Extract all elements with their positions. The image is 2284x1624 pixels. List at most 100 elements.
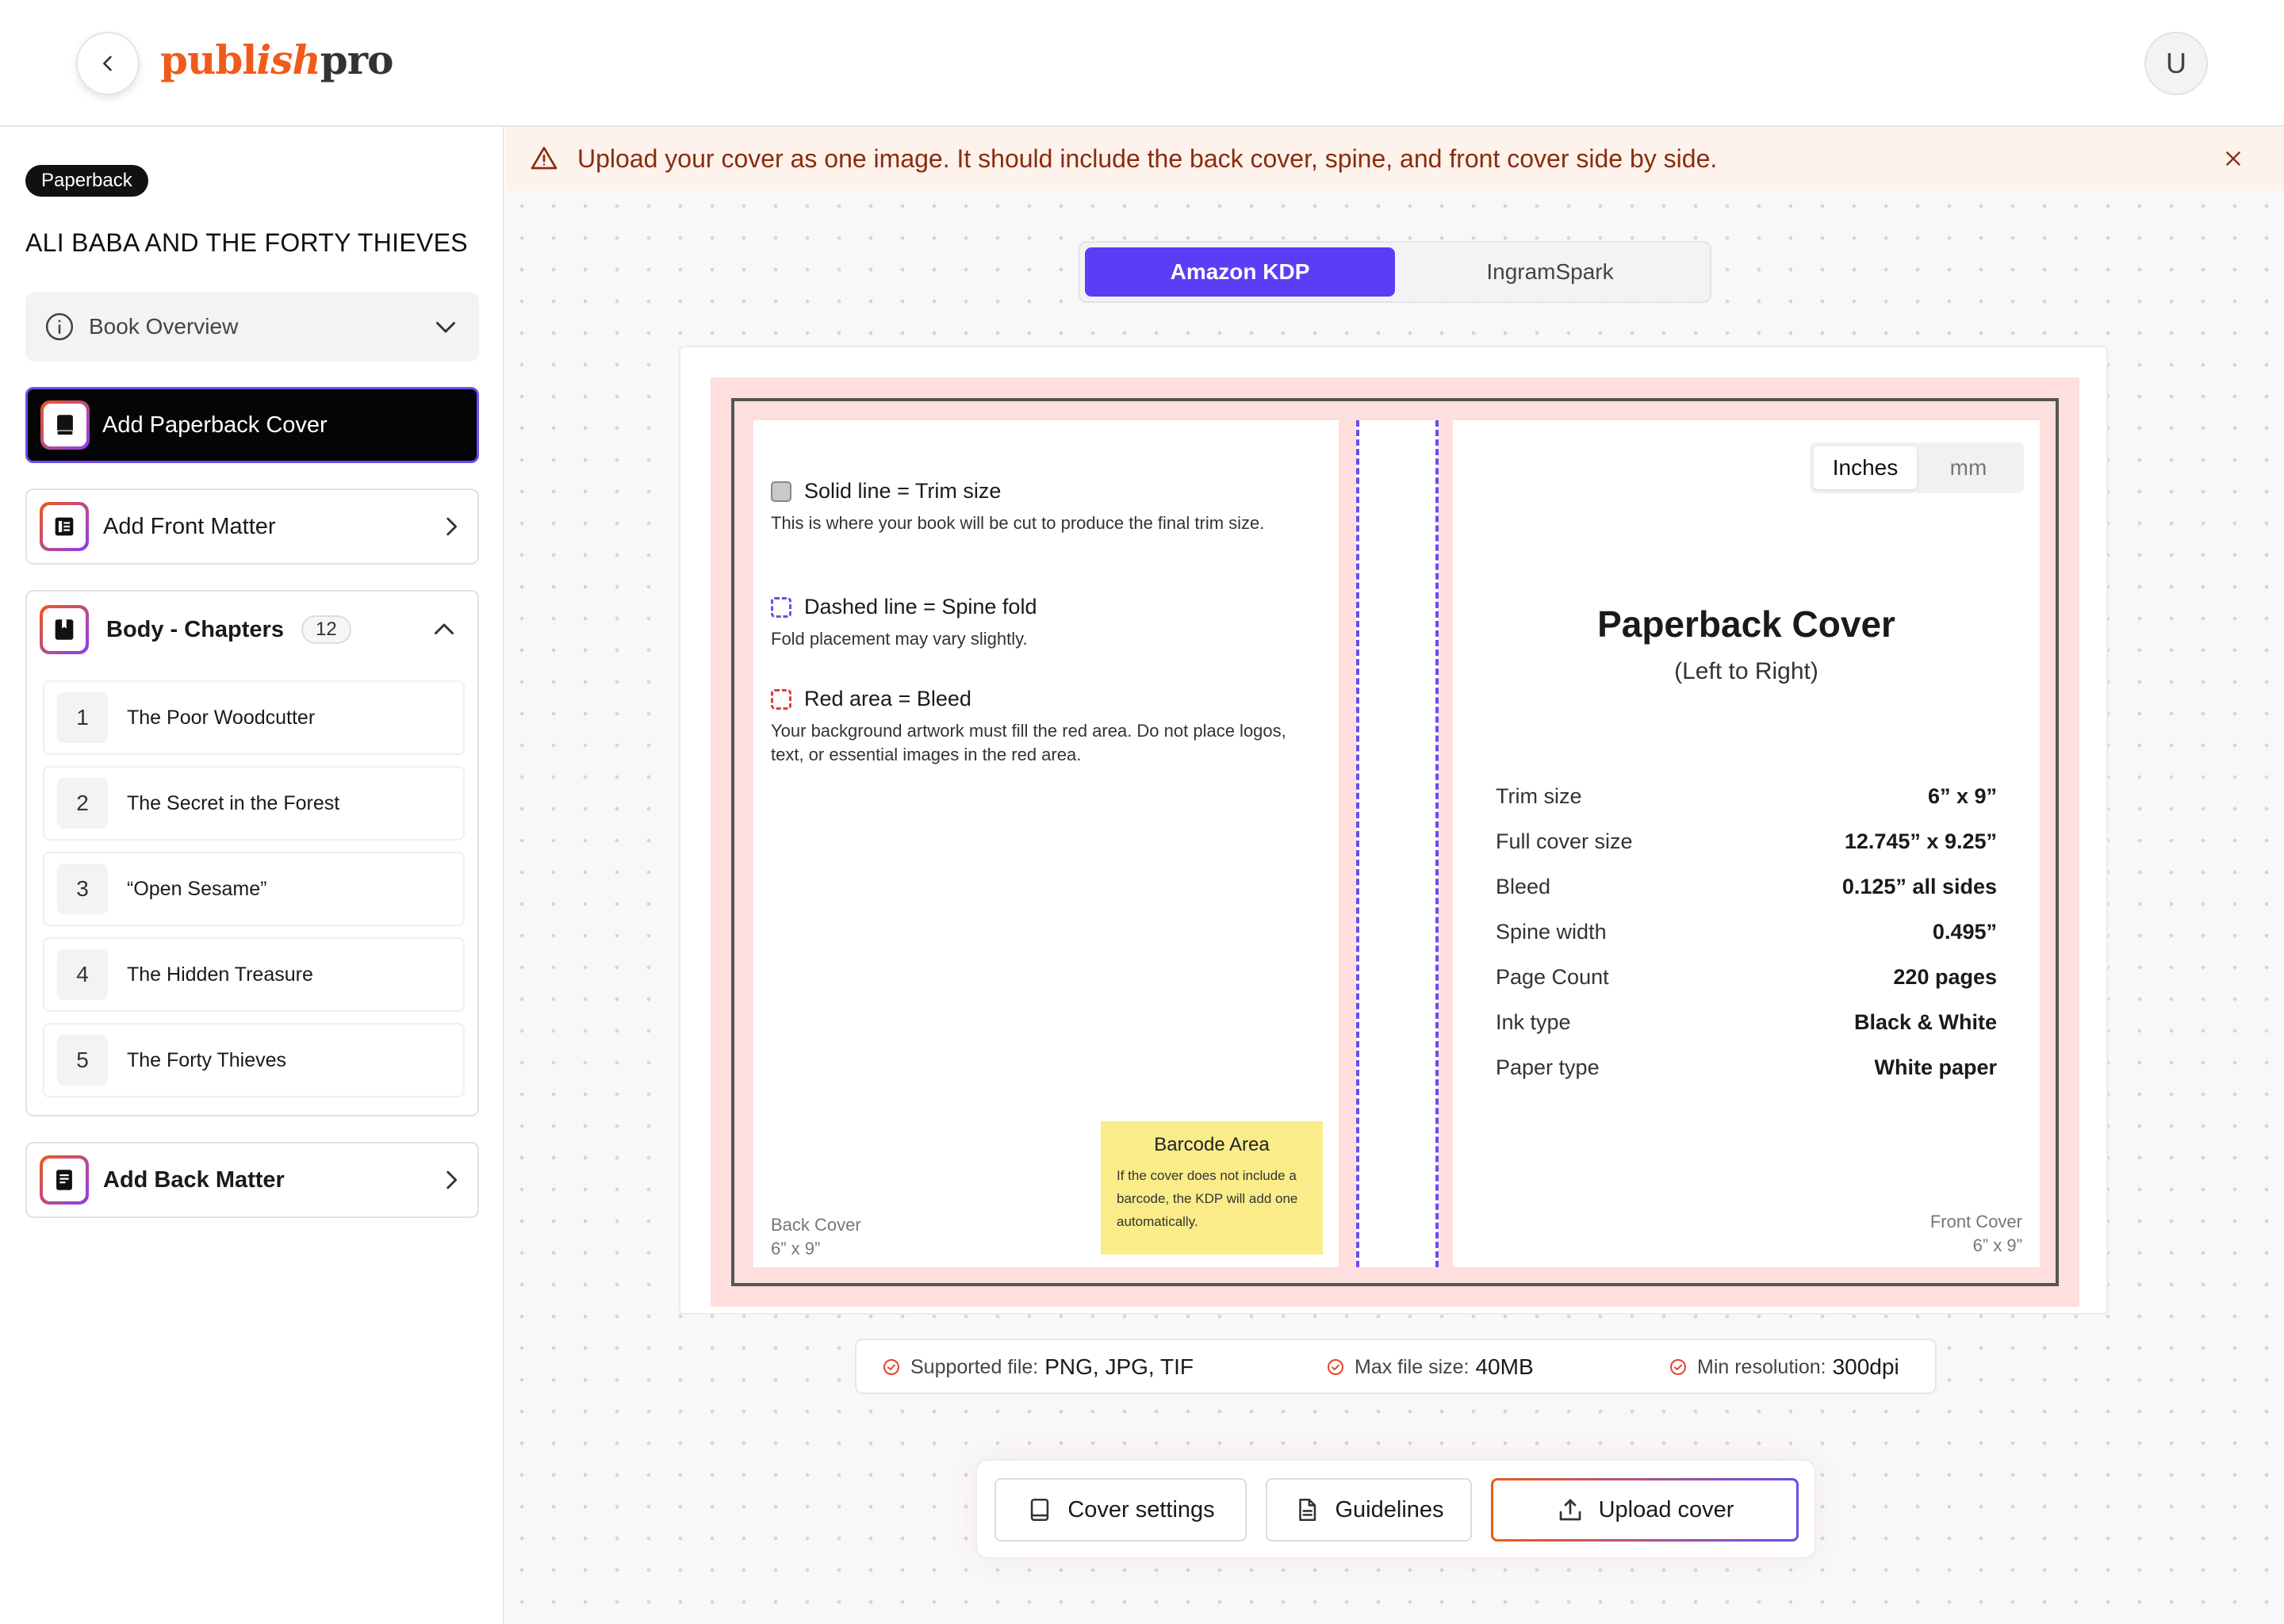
requirement-item: Min resolution: 300dpi [1669, 1354, 1899, 1380]
cover-subtitle: (Left to Right) [1674, 658, 1818, 684]
back-matter-icon [40, 1155, 89, 1205]
barcode-area: Barcode Area If the cover does not inclu… [1101, 1121, 1323, 1254]
chapter-number: 1 [57, 692, 108, 743]
chapter-count-badge: 12 [301, 615, 351, 644]
back-cover-size: 6” x 9” [771, 1239, 821, 1258]
spec-label: Full cover size [1496, 829, 1633, 853]
back-cover-label: Back Cover [771, 1215, 861, 1235]
chapter-title: The Secret in the Forest [127, 791, 340, 814]
banner-close-button[interactable] [2219, 144, 2248, 173]
body-chapters-section: Body - Chapters 12 1 The Poor Woodcutter… [25, 590, 479, 1116]
spec-label: Ink type [1496, 1010, 1571, 1034]
chapter-title: The Hidden Treasure [127, 963, 313, 986]
book-overview-dropdown[interactable]: Book Overview [25, 292, 479, 362]
legend-title: Solid line = Trim size [804, 479, 1002, 503]
chapter-title: The Poor Woodcutter [127, 706, 316, 729]
spec-row: Page Count 220 pages [1496, 955, 1997, 1000]
check-circle-icon [1670, 1359, 1686, 1375]
document-icon [1299, 1498, 1316, 1522]
unit-option-inches[interactable]: Inches [1814, 446, 1917, 489]
chapters-book-icon [40, 605, 89, 654]
banner-message: Upload your cover as one image. It shoul… [577, 144, 1718, 173]
requirement-label: Max file size: [1355, 1355, 1470, 1378]
platform-toggle: Amazon KDP IngramSpark [1079, 241, 1711, 303]
back-button[interactable] [76, 32, 140, 95]
main-workspace: Upload your cover as one image. It shoul… [506, 127, 2284, 1624]
format-badge: Paperback [25, 165, 148, 197]
front-cover-panel: Inches mm Paperback Cover (Left to Right… [1453, 420, 2040, 1267]
chapter-item[interactable]: 1 The Poor Woodcutter [43, 680, 465, 755]
file-requirements: Supported file: PNG, JPG, TIF Max file s… [855, 1339, 1937, 1394]
back-cover-panel: Solid line = Trim size This is where you… [753, 420, 1339, 1267]
spine-area [1356, 420, 1439, 1267]
requirement-item: Supported file: PNG, JPG, TIF [882, 1354, 1194, 1380]
chapter-number: 5 [57, 1035, 108, 1086]
check-circle-icon [1328, 1359, 1343, 1375]
barcode-title: Barcode Area [1154, 1134, 1270, 1155]
sidebar-item-add-front-matter[interactable]: Add Front Matter [25, 488, 479, 565]
legend-description: Your background artwork must fill the re… [771, 721, 1286, 764]
avatar-initial: U [2166, 47, 2186, 79]
upload-cover-button[interactable]: Upload cover [1491, 1478, 1799, 1542]
spec-value: 220 pages [1893, 965, 1997, 989]
cover-specs: Trim size 6” x 9” Full cover size 12.745” … [1496, 774, 1997, 1090]
platform-option-amazon-kdp[interactable]: Amazon KDP [1085, 247, 1395, 297]
legend-title: Red area = Bleed [804, 687, 971, 710]
chevron-up-icon[interactable] [430, 615, 458, 644]
chapter-number: 4 [57, 949, 108, 1000]
cover-settings-label: Cover settings [1067, 1496, 1215, 1522]
add-front-matter-label: Add Front Matter [103, 513, 276, 539]
chapter-item[interactable]: 3 “Open Sesame” [43, 852, 465, 926]
chevron-left-icon [103, 56, 112, 71]
guidelines-button[interactable]: Guidelines [1266, 1478, 1472, 1542]
upload-icon [1559, 1499, 1581, 1521]
trim-line: Solid line = Trim size This is where you… [731, 398, 2059, 1286]
barcode-description: If the cover does not include a barcode,… [1117, 1168, 1298, 1229]
add-paperback-cover-label: Add Paperback Cover [102, 412, 328, 438]
spec-value: 12.745” x 9.25” [1844, 829, 1997, 853]
chapter-item[interactable]: 5 The Forty Thieves [43, 1023, 465, 1097]
body-chapters-label: Body - Chapters [106, 616, 284, 642]
sidebar-item-add-back-matter[interactable]: Add Back Matter [25, 1142, 479, 1218]
book-icon [1031, 1498, 1049, 1522]
warning-icon [531, 147, 558, 170]
requirement-value: 300dpi [1832, 1354, 1899, 1379]
info-icon [45, 312, 74, 341]
book-overview-label: Book Overview [89, 314, 239, 339]
info-banner: Upload your cover as one image. It shoul… [506, 127, 2284, 190]
cover-title: Paperback Cover [1597, 603, 1895, 645]
bleed-area: Solid line = Trim size This is where you… [711, 377, 2079, 1307]
user-avatar[interactable]: U [2144, 32, 2208, 95]
spec-row: Bleed 0.125” all sides [1496, 864, 1997, 910]
unit-option-mm[interactable]: mm [1917, 446, 2020, 489]
chapter-title: The Forty Thieves [127, 1048, 287, 1071]
cover-template: Solid line = Trim size This is where you… [679, 346, 2108, 1315]
spec-row: Trim size 6” x 9” [1496, 774, 1997, 819]
action-bar: Cover settings Guidelines Upload cover [975, 1459, 1816, 1559]
solid-square-icon [771, 481, 791, 502]
chevron-down-icon [436, 322, 455, 333]
spec-label: Spine width [1496, 920, 1607, 944]
chapter-item[interactable]: 4 The Hidden Treasure [43, 937, 465, 1012]
add-back-matter-label: Add Back Matter [103, 1166, 285, 1193]
spec-label: Page Count [1496, 965, 1609, 989]
spec-label: Bleed [1496, 875, 1551, 898]
close-icon [2226, 151, 2240, 166]
legend-description: Fold placement may vary slightly. [771, 629, 1028, 649]
chapter-item[interactable]: 2 The Secret in the Forest [43, 766, 465, 841]
check-circle-icon [883, 1359, 899, 1375]
red-square-icon [771, 688, 791, 710]
cover-settings-button[interactable]: Cover settings [994, 1478, 1247, 1542]
sidebar-item-add-paperback-cover[interactable]: Add Paperback Cover [25, 387, 479, 463]
front-matter-icon [40, 502, 89, 551]
sidebar: Paperback ALI BABA AND THE FORTY THIEVES… [0, 127, 504, 1624]
platform-option-ingramspark[interactable]: IngramSpark [1395, 247, 1705, 297]
spec-value: 6” x 9” [1927, 784, 1997, 808]
spec-row: Full cover size 12.745” x 9.25” [1496, 819, 1997, 864]
chapter-number: 3 [57, 864, 108, 914]
publishpro-logo[interactable]: publishpro [160, 36, 393, 84]
body-chapters-header[interactable]: Body - Chapters 12 [40, 604, 465, 655]
spec-label: Trim size [1496, 784, 1582, 808]
legend-description: This is where your book will be cut to p… [771, 513, 1265, 533]
top-bar: publishpro U [0, 0, 2284, 127]
